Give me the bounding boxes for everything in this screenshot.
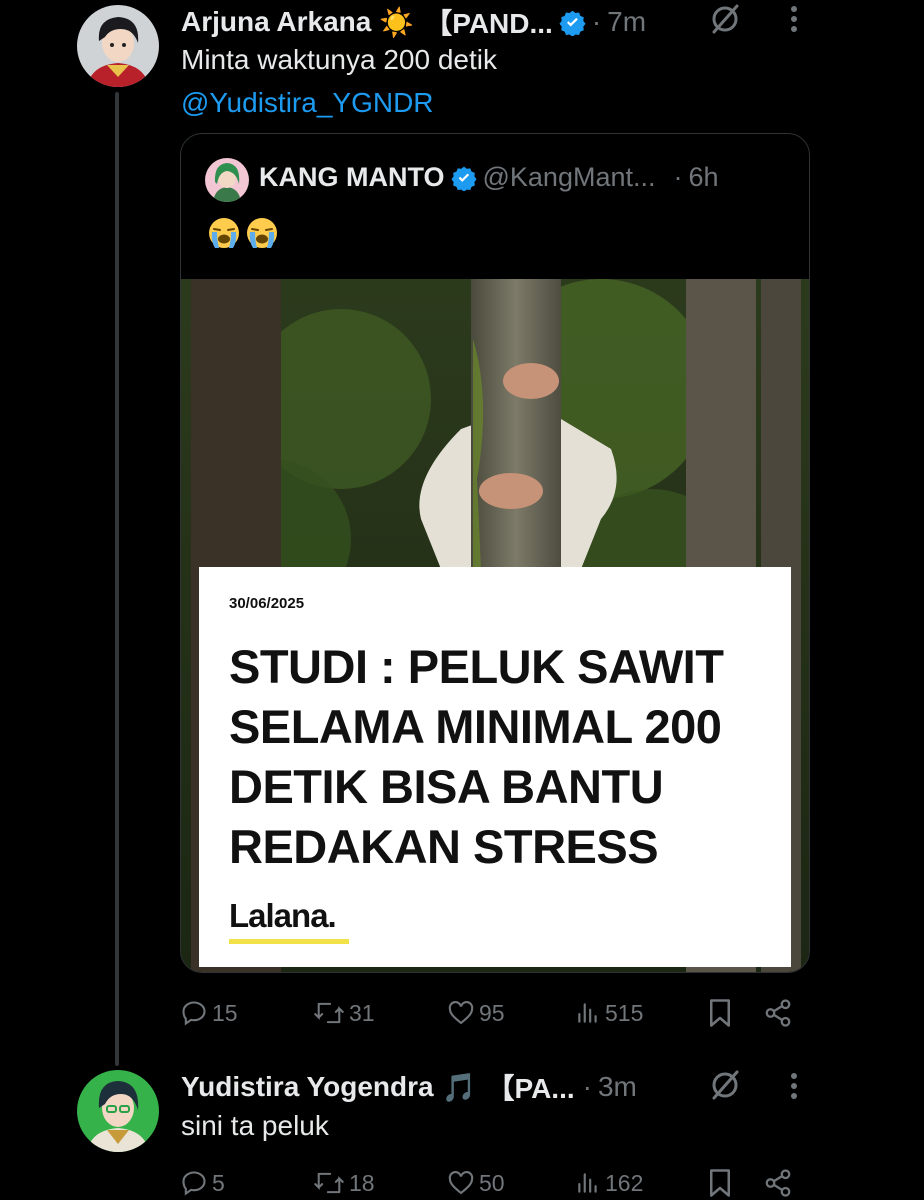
bookmark-icon (710, 999, 730, 1027)
post-text: Minta waktunya 200 detik (181, 44, 497, 75)
bookmark-button[interactable] (707, 993, 733, 1033)
action-bar: 5 18 50 162 (180, 1163, 800, 1200)
news-headline: STUDI : PELUK SAWIT SELAMA MINIMAL 200 D… (229, 637, 779, 877)
verified-badge-icon (559, 9, 586, 36)
header-dot: · (673, 162, 683, 192)
author-tag: 【PA... (486, 1073, 575, 1104)
like-count: 50 (479, 1169, 505, 1196)
views-button[interactable]: 162 (575, 1163, 643, 1200)
repost-count: 18 (349, 1169, 375, 1196)
author-name[interactable]: Yudistira Yogendra (181, 1071, 434, 1103)
reply-button[interactable]: 15 (180, 993, 238, 1033)
brand-underline (229, 939, 349, 944)
music-note-emoji: 🎵 (441, 1071, 477, 1103)
post-header-yudistira: Yudistira Yogendra 🎵 【PA... · 3m (181, 1067, 637, 1107)
repost-icon (314, 1002, 344, 1024)
verified-badge-icon (450, 165, 477, 191)
news-brand-logo: Lalana. (229, 897, 337, 934)
author-name[interactable]: Arjuna Arkana (181, 6, 371, 38)
headline-line: REDAKAN STRESS (229, 820, 659, 873)
view-count: 162 (605, 1169, 644, 1196)
header-dot: · (591, 6, 602, 37)
headline-line: DETIK BISA BANTU (229, 760, 664, 813)
like-button[interactable]: 95 (447, 993, 505, 1033)
repost-button[interactable]: 18 (313, 1163, 375, 1200)
like-count: 95 (479, 999, 505, 1026)
share-button[interactable] (763, 993, 793, 1033)
post-time[interactable]: 3m (598, 1071, 637, 1103)
avatar-yudistira[interactable] (77, 1070, 159, 1152)
share-button[interactable] (763, 1163, 793, 1200)
more-options-icon[interactable] (780, 2, 808, 36)
quoted-post-image[interactable]: 30/06/2025 STUDI : PELUK SAWIT SELAMA MI… (181, 279, 809, 972)
headline-line: SELAMA MINIMAL 200 (229, 700, 722, 753)
author-tag: 【PAND... (424, 8, 553, 39)
quoted-post-card[interactable]: KANG MANTO @KangMant... · 6h 30/06/2025 … (180, 133, 810, 973)
reply-button[interactable]: 5 (180, 1163, 225, 1200)
action-bar: 15 31 95 515 (180, 993, 800, 1033)
reply-icon (182, 1001, 206, 1026)
views-button[interactable]: 515 (575, 993, 643, 1033)
post-header-arjuna: Arjuna Arkana ☀️ 【PAND... · 7m (181, 2, 646, 42)
more-options-icon[interactable] (780, 1069, 808, 1103)
loudly-crying-face-icon (209, 218, 239, 248)
heart-icon (448, 1171, 474, 1195)
headline-line: STUDI : PELUK SAWIT (229, 640, 724, 693)
repost-button[interactable]: 31 (313, 993, 375, 1033)
reply-icon (182, 1171, 206, 1196)
reply-count: 15 (212, 999, 238, 1026)
header-dot: · (582, 1071, 592, 1102)
bookmark-icon (710, 1169, 730, 1197)
news-card: 30/06/2025 STUDI : PELUK SAWIT SELAMA MI… (199, 567, 791, 967)
quoted-post-text (207, 216, 279, 250)
analytics-icon (578, 1173, 597, 1193)
bookmark-button[interactable] (707, 1163, 733, 1200)
reply-count: 5 (212, 1169, 225, 1196)
post-time[interactable]: 7m (607, 6, 646, 38)
avatar-kang-manto[interactable] (205, 158, 249, 202)
grok-icon[interactable] (704, 1066, 746, 1104)
thread-connector-line (115, 92, 119, 1066)
quoted-author-handle[interactable]: @KangMant... (483, 162, 656, 193)
quoted-post-time: 6h (688, 162, 719, 192)
repost-icon (314, 1172, 344, 1194)
quoted-post-header: KANG MANTO @KangMant... · 6h (259, 162, 719, 193)
sun-emoji: ☀️ (379, 6, 415, 38)
share-icon (765, 1169, 791, 1197)
view-count: 515 (605, 999, 644, 1026)
mention-link[interactable]: @Yudistira_YGNDR (181, 87, 434, 119)
loudly-crying-face-icon (247, 218, 277, 248)
share-icon (765, 999, 791, 1027)
quoted-author-name[interactable]: KANG MANTO (259, 162, 445, 193)
heart-icon (448, 1001, 474, 1025)
grok-icon[interactable] (704, 0, 746, 38)
avatar-arjuna[interactable] (77, 5, 159, 87)
like-button[interactable]: 50 (447, 1163, 505, 1200)
post-text: sini ta peluk (181, 1110, 329, 1141)
analytics-icon (578, 1003, 597, 1023)
repost-count: 31 (349, 999, 375, 1026)
news-date: 30/06/2025 (229, 595, 305, 612)
